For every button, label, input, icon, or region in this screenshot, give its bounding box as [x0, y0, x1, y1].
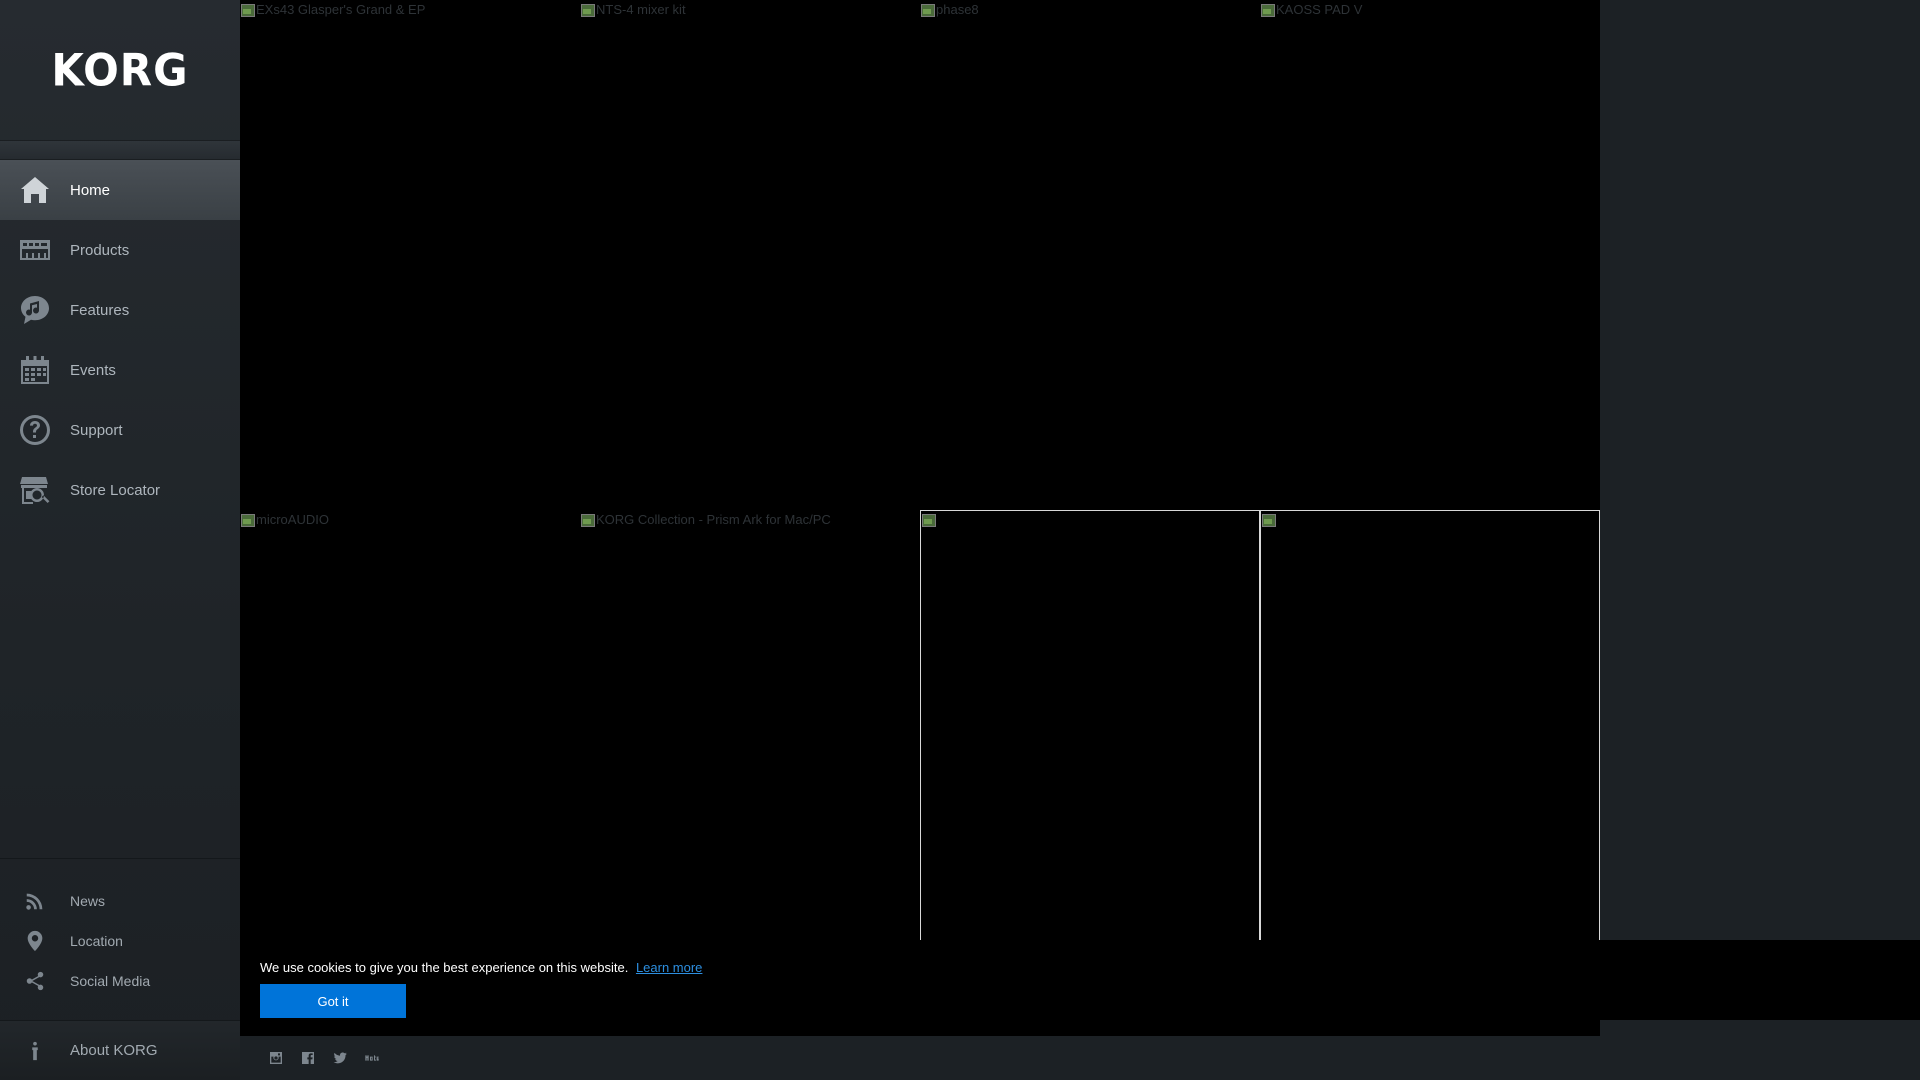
nav-item-features[interactable]: Features: [0, 280, 240, 340]
music-note-icon: [0, 294, 70, 326]
sidebar-divider: [0, 140, 240, 160]
broken-image-icon: [240, 3, 255, 17]
twitter-icon[interactable]: [330, 1048, 350, 1068]
broken-image-icon: [580, 513, 595, 527]
store-search-icon: [0, 474, 70, 506]
facebook-icon[interactable]: [298, 1048, 318, 1068]
broken-image-icon: [921, 513, 936, 527]
got-it-button[interactable]: Got it: [260, 984, 406, 1018]
calendar-icon: [0, 354, 70, 386]
nav-item-support[interactable]: Support: [0, 400, 240, 460]
tile-alt-text: KAOSS PAD V: [1276, 2, 1363, 17]
about-label: About KORG: [70, 1042, 158, 1059]
broken-image-icon: [580, 3, 595, 17]
right-background: [1600, 0, 1920, 940]
nav-label: Features: [70, 301, 130, 319]
nav-label: Support: [70, 421, 123, 439]
page: KORG Home Products Features Events Suppo…: [0, 0, 1920, 1080]
about-korg-link[interactable]: About KORG: [0, 1020, 240, 1080]
cookie-message: We use cookies to give you the best expe…: [260, 960, 629, 975]
cookie-banner: We use cookies to give you the best expe…: [240, 940, 1920, 1020]
tile-alt-text: phase8: [936, 2, 979, 17]
sidebar: KORG Home Products Features Events Suppo…: [0, 0, 240, 1080]
footer: [240, 1036, 1600, 1080]
keyboard-icon: [0, 234, 70, 266]
product-grid: EXs43 Glasper's Grand & EP NTS-4 mixer k…: [240, 0, 1600, 1080]
home-icon: [0, 174, 70, 206]
sub-nav-label: Location: [70, 933, 123, 949]
location-pin-icon: [0, 930, 70, 952]
secondary-nav: News Location Social Media: [0, 858, 240, 1001]
share-icon: [0, 970, 70, 992]
nav-item-events[interactable]: Events: [0, 340, 240, 400]
question-icon: [0, 414, 70, 446]
logo-area: KORG: [0, 0, 240, 140]
broken-image-icon: [1261, 513, 1276, 527]
nav-label: Store Locator: [70, 481, 161, 499]
tile-alt-text: KORG Collection - Prism Ark for Mac/PC: [596, 512, 831, 527]
instagram-icon[interactable]: [266, 1048, 286, 1068]
rss-icon: [0, 890, 70, 912]
sub-nav-social-media[interactable]: Social Media: [0, 961, 240, 1001]
product-tile[interactable]: phase8: [920, 0, 1260, 510]
tile-alt-text: NTS-4 mixer kit: [596, 2, 686, 17]
sub-nav-news[interactable]: News: [0, 881, 240, 921]
nav-item-products[interactable]: Products: [0, 220, 240, 280]
product-tile[interactable]: EXs43 Glasper's Grand & EP: [240, 0, 580, 510]
sub-nav-label: News: [70, 893, 106, 909]
nav-label: Products: [70, 241, 130, 259]
broken-image-icon: [920, 3, 935, 17]
about-icon: [0, 1040, 70, 1062]
main-nav: Home Products Features Events Support St…: [0, 160, 240, 520]
sub-nav-label: Social Media: [70, 973, 151, 989]
sub-nav-location[interactable]: Location: [0, 921, 240, 961]
product-tile[interactable]: KAOSS PAD V: [1260, 0, 1600, 510]
tile-alt-text: microAUDIO: [256, 512, 329, 527]
broken-image-icon: [1260, 3, 1275, 17]
product-tile[interactable]: NTS-4 mixer kit: [580, 0, 920, 510]
nav-item-home[interactable]: Home: [0, 160, 240, 220]
nav-label: Events: [70, 361, 116, 379]
nav-item-store-locator[interactable]: Store Locator: [0, 460, 240, 520]
nav-label: Home: [70, 181, 111, 199]
learn-more-link[interactable]: Learn more: [636, 960, 702, 975]
cookie-message-row: We use cookies to give you the best expe…: [260, 960, 702, 975]
social-links: [266, 1048, 382, 1068]
tile-alt-text: EXs43 Glasper's Grand & EP: [256, 2, 426, 17]
youtube-icon[interactable]: [362, 1048, 382, 1068]
broken-image-icon: [240, 513, 255, 527]
korg-logo[interactable]: KORG: [51, 44, 188, 95]
